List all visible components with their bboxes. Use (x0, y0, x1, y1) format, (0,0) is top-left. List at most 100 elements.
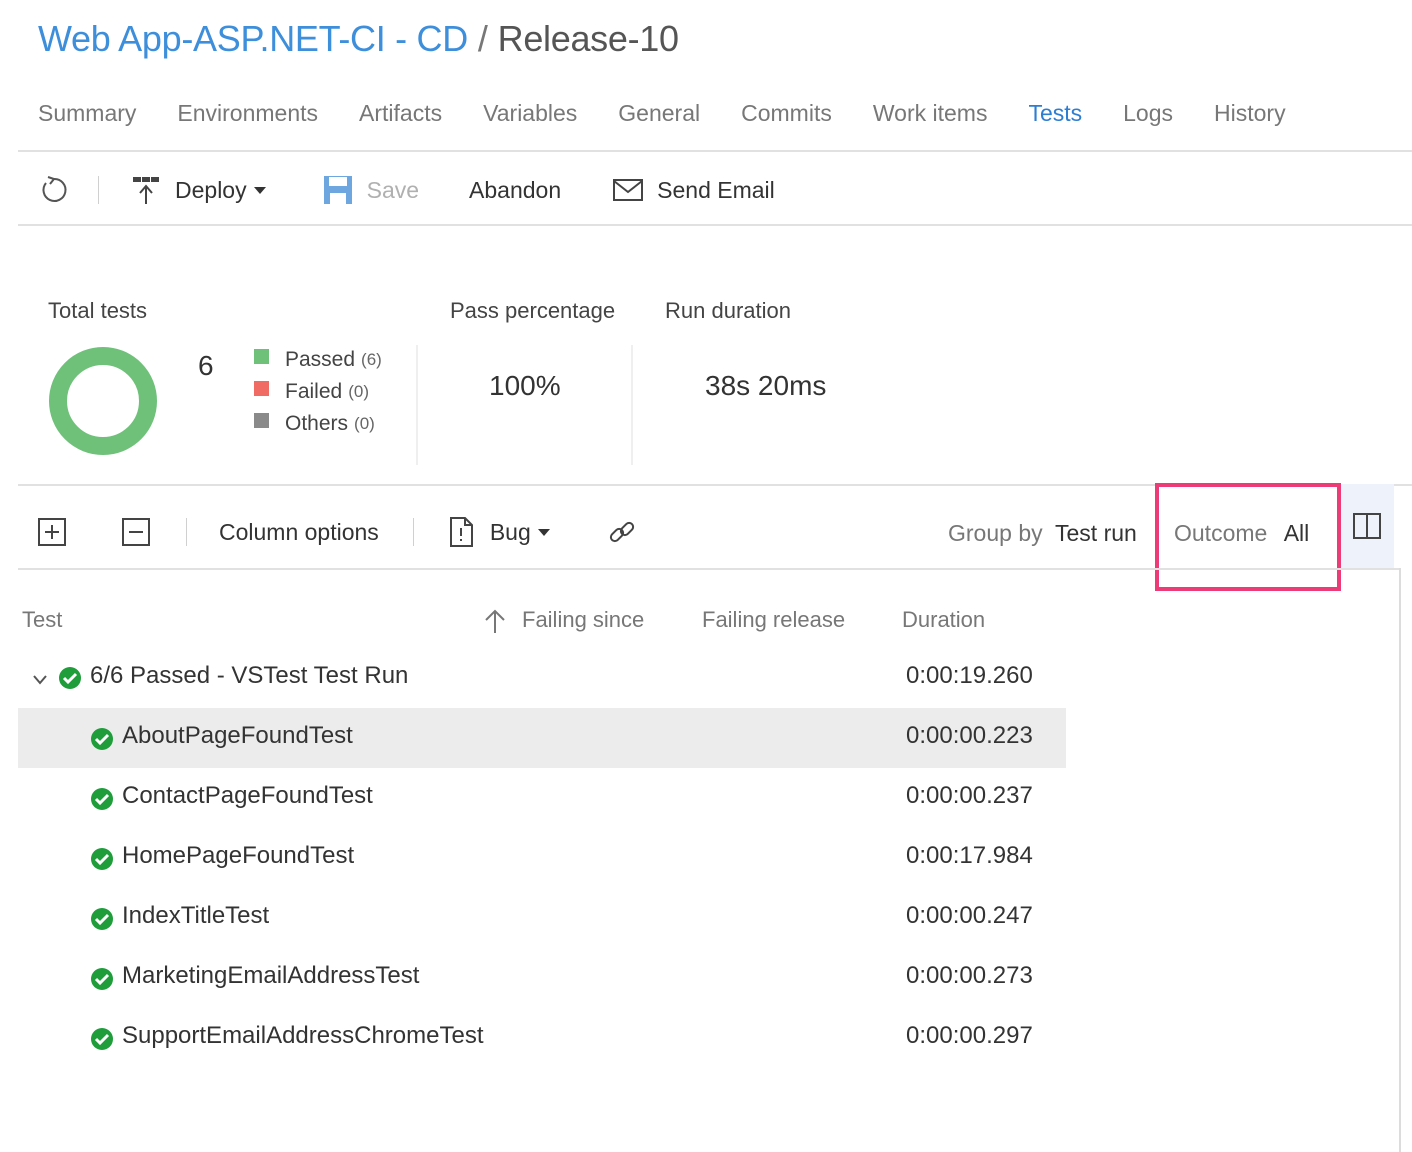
tab-general[interactable]: General (618, 100, 700, 136)
run-duration-value: 38s 20ms (705, 370, 827, 401)
summary-separator (416, 345, 418, 465)
tab-logs[interactable]: Logs (1123, 100, 1173, 136)
pass-percentage-value: 100% (489, 370, 561, 401)
passed-check-icon (91, 908, 113, 930)
test-duration: 0:00:17.984 (906, 842, 1033, 869)
grid-toolbar: Column options Bug (38, 508, 637, 556)
test-name: AboutPageFoundTest (122, 722, 353, 749)
passed-check-icon (91, 848, 113, 870)
test-name: MarketingEmailAddressTest (122, 962, 420, 989)
test-duration: 0:00:00.297 (906, 1022, 1033, 1049)
grid-toolbar-separator (186, 518, 187, 546)
chevron-down-icon[interactable] (32, 674, 48, 686)
test-row[interactable]: ContactPageFoundTest 0:00:00.237 (18, 768, 1066, 828)
group-label: 6/6 Passed - VSTest Test Run (90, 662, 409, 689)
column-header-duration[interactable]: Duration (902, 607, 985, 633)
breadcrumb: Web App-ASP.NET-CI - CD / Release-10 (38, 18, 679, 60)
total-tests-donut (49, 347, 157, 455)
details-pane-border (1399, 568, 1401, 1152)
breadcrumb-definition-link[interactable]: Web App-ASP.NET-CI - CD (38, 18, 468, 59)
legend-failed-label: Failed (285, 380, 343, 403)
test-row[interactable]: HomePageFoundTest 0:00:17.984 (18, 828, 1066, 888)
legend-passed-label: Passed (285, 348, 356, 371)
failed-swatch (254, 380, 269, 396)
split-pane-icon (1353, 513, 1381, 539)
toolbar-divider (18, 224, 1412, 226)
test-row[interactable]: MarketingEmailAddressTest 0:00:00.273 (18, 948, 1066, 1008)
test-duration: 0:00:00.247 (906, 902, 1033, 929)
column-header-failing-since[interactable]: Failing since (522, 607, 644, 633)
test-row[interactable]: IndexTitleTest 0:00:00.247 (18, 888, 1066, 948)
breadcrumb-separator: / (477, 18, 488, 59)
tab-history[interactable]: History (1214, 100, 1286, 136)
group-duration: 0:00:19.260 (906, 662, 1033, 689)
save-label: Save (366, 176, 420, 203)
legend-others-count: (0) (354, 414, 375, 433)
tab-summary[interactable]: Summary (38, 100, 136, 136)
column-header-test[interactable]: Test (22, 607, 62, 633)
grid-toolbar-separator (412, 518, 414, 546)
passed-check-icon (91, 728, 113, 750)
outcome-legend: Passed (6) Failed (0) Others (0) (254, 344, 382, 440)
send-email-label: Send Email (657, 176, 775, 203)
passed-check-icon (91, 788, 113, 810)
bug-icon (449, 517, 473, 547)
refresh-button[interactable] (38, 174, 70, 206)
test-run-group-row[interactable]: 6/6 Passed - VSTest Test Run 0:00:19.260 (18, 648, 1066, 708)
passed-swatch (254, 348, 269, 364)
send-email-button[interactable]: Send Email (613, 177, 775, 204)
bug-label: Bug (489, 518, 531, 545)
tabs-divider (18, 150, 1412, 152)
passed-check-icon (59, 667, 81, 689)
refresh-icon (42, 176, 67, 202)
abandon-button[interactable]: Abandon (469, 177, 561, 204)
expand-all-button[interactable] (38, 518, 66, 546)
link-button[interactable] (607, 517, 637, 547)
tab-variables[interactable]: Variables (483, 100, 577, 136)
passed-check-icon (91, 968, 113, 990)
column-options-button[interactable]: Column options (219, 519, 379, 546)
details-pane-toggle[interactable] (1340, 484, 1394, 568)
legend-others-label: Others (285, 412, 349, 435)
link-icon (609, 521, 634, 543)
abandon-label: Abandon (469, 176, 562, 203)
legend-others: Others (0) (254, 408, 382, 440)
test-name: SupportEmailAddressChromeTest (122, 1022, 484, 1049)
save-icon (323, 176, 352, 204)
legend-failed-count: (0) (348, 382, 369, 401)
outcome-filter-highlight (1155, 483, 1341, 591)
column-header-failing-release[interactable]: Failing release (702, 607, 845, 633)
tab-work-items[interactable]: Work items (873, 100, 988, 136)
deploy-label: Deploy (175, 176, 247, 203)
test-row[interactable]: AboutPageFoundTest 0:00:00.223 (18, 708, 1066, 768)
group-by-control[interactable]: Group by Test run (948, 520, 1137, 547)
test-name: HomePageFoundTest (122, 842, 355, 869)
tab-artifacts[interactable]: Artifacts (359, 100, 442, 136)
tab-tests[interactable]: Tests (1028, 100, 1082, 136)
run-duration-label: Run duration (665, 298, 791, 323)
summary-separator (631, 345, 633, 465)
bug-button[interactable]: Bug (448, 517, 551, 547)
tab-environments[interactable]: Environments (177, 100, 318, 136)
release-tabs: Summary Environments Artifacts Variables… (38, 100, 1327, 136)
deploy-icon (133, 177, 159, 204)
test-name: ContactPageFoundTest (122, 782, 373, 809)
legend-failed: Failed (0) (254, 376, 382, 408)
tab-commits[interactable]: Commits (741, 100, 832, 136)
test-row[interactable]: SupportEmailAddressChromeTest 0:00:00.29… (18, 1008, 1066, 1068)
passed-check-icon (91, 1028, 113, 1050)
release-toolbar: Deploy Save Abandon Send Email (38, 168, 775, 212)
chevron-down-icon (537, 529, 550, 536)
grid-toolbar-divider (18, 568, 1400, 570)
save-button[interactable]: Save (323, 175, 419, 205)
column-options-label: Column options (219, 518, 379, 545)
chevron-down-icon (253, 187, 266, 194)
total-tests-label: Total tests (48, 298, 148, 323)
total-tests-value: 6 (198, 350, 214, 381)
group-by-value: Test run (1055, 520, 1137, 546)
test-name: IndexTitleTest (122, 902, 270, 929)
sort-ascending-icon (485, 609, 505, 633)
test-duration: 0:00:00.273 (906, 962, 1033, 989)
collapse-all-button[interactable] (122, 518, 150, 546)
deploy-button[interactable]: Deploy (131, 174, 267, 206)
